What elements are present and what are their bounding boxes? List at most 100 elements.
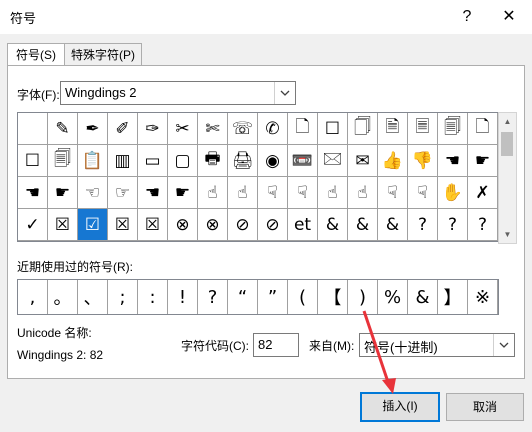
symbol-cell[interactable]: ☝ [198, 177, 228, 209]
symbol-cell[interactable]: ☝ [228, 177, 258, 209]
title-bar: 符号 ? ✕ [0, 0, 532, 34]
symbol-cell[interactable]: ✆ [258, 113, 288, 145]
tab-symbols[interactable]: 符号(S) [7, 43, 65, 67]
recent-symbol-cell[interactable]: 】 [438, 280, 468, 314]
symbol-cell[interactable]: 🗐 [48, 145, 78, 177]
symbol-cell[interactable]: ✎ [48, 113, 78, 145]
symbol-cell[interactable]: ☛ [468, 145, 498, 177]
symbol-cell[interactable]: ▢ [168, 145, 198, 177]
recent-symbol-cell[interactable]: ( [288, 280, 318, 314]
recent-symbol-cell[interactable]: ! [168, 280, 198, 314]
symbol-cell[interactable]: ? [438, 209, 468, 241]
symbol-cell[interactable]: 👎 [408, 145, 438, 177]
symbol-cell[interactable]: ☒ [48, 209, 78, 241]
symbol-cell[interactable]: 🖂 [318, 145, 348, 177]
symbol-cell[interactable]: ☝ [348, 177, 378, 209]
from-label: 来自(M): [309, 339, 355, 353]
symbol-cell[interactable]: ☚ [438, 145, 468, 177]
close-button[interactable]: ✕ [497, 5, 521, 29]
help-button[interactable]: ? [455, 5, 479, 29]
recent-symbol-cell[interactable]: 。 [48, 280, 78, 314]
insert-button[interactable]: 插入(I) [360, 392, 440, 422]
symbol-cell[interactable]: 🗋 [468, 113, 498, 145]
chevron-down-icon [274, 82, 295, 104]
symbol-cell[interactable]: 🗍 [348, 113, 378, 145]
symbol-cell[interactable]: ☑ [78, 209, 108, 241]
symbol-cell[interactable]: & [378, 209, 408, 241]
symbol-cell[interactable]: ☝ [318, 177, 348, 209]
symbol-cell[interactable]: 🖶 [198, 145, 228, 177]
recent-symbol-cell[interactable]: ) [348, 280, 378, 314]
recent-symbol-cell[interactable]: : [138, 280, 168, 314]
scroll-up-icon[interactable]: ▲ [499, 113, 516, 130]
chevron-down-icon [493, 334, 514, 356]
unicode-name-value: Wingdings 2: 82 [17, 348, 104, 362]
recent-symbol-cell[interactable]: , [18, 280, 48, 314]
symbol-cell[interactable]: ? [408, 209, 438, 241]
symbol-cell[interactable] [18, 113, 48, 145]
symbol-cell[interactable]: 📋 [78, 145, 108, 177]
symbol-cell[interactable]: ✋ [438, 177, 468, 209]
symbol-cell[interactable]: ☒ [108, 209, 138, 241]
symbol-cell[interactable]: ▥ [108, 145, 138, 177]
symbol-cell[interactable]: ☛ [48, 177, 78, 209]
recent-symbol-cell[interactable]: & [408, 280, 438, 314]
symbol-cell[interactable]: ▭ [138, 145, 168, 177]
symbol-cell[interactable]: 🗋 [288, 113, 318, 145]
symbol-cell[interactable]: ? [468, 209, 498, 241]
symbol-cell[interactable]: ☐ [18, 145, 48, 177]
symbol-cell[interactable]: ✑ [138, 113, 168, 145]
recent-symbol-cell[interactable]: 【 [318, 280, 348, 314]
scroll-down-icon[interactable]: ▼ [499, 226, 516, 243]
symbol-cell[interactable]: ✂ [168, 113, 198, 145]
symbol-cell[interactable]: et [288, 209, 318, 241]
symbol-cell[interactable]: & [348, 209, 378, 241]
symbol-cell[interactable]: ☏ [228, 113, 258, 145]
recent-symbol-cell[interactable]: 、 [78, 280, 108, 314]
recent-symbol-cell[interactable]: ? [198, 280, 228, 314]
symbol-cell[interactable]: ☐ [318, 113, 348, 145]
symbol-cell[interactable]: ⊘ [258, 209, 288, 241]
symbol-cell[interactable]: ☟ [408, 177, 438, 209]
symbol-cell[interactable]: 🖨 [228, 145, 258, 177]
symbol-cell[interactable]: ✒ [78, 113, 108, 145]
symbol-cell[interactable]: 🗏 [408, 113, 438, 145]
symbol-cell[interactable]: ⊗ [198, 209, 228, 241]
recent-symbol-cell[interactable]: ; [108, 280, 138, 314]
char-code-input[interactable]: 82 [253, 333, 299, 357]
symbol-cell[interactable]: ☚ [138, 177, 168, 209]
symbol-cell[interactable]: ✐ [108, 113, 138, 145]
symbol-cell[interactable]: ✓ [18, 209, 48, 241]
recent-symbol-cell[interactable]: ※ [468, 280, 498, 314]
symbol-cell[interactable]: ☟ [288, 177, 318, 209]
symbol-cell[interactable]: ☒ [138, 209, 168, 241]
symbol-cell[interactable]: ◉ [258, 145, 288, 177]
recent-symbol-cell[interactable]: “ [228, 280, 258, 314]
symbol-grid-scrollbar[interactable]: ▲ ▼ [498, 112, 517, 244]
symbol-cell[interactable]: ⊗ [168, 209, 198, 241]
tab-special-characters[interactable]: 特殊字符(P) [64, 43, 142, 67]
symbol-cell[interactable]: ☞ [108, 177, 138, 209]
dialog-title: 符号 [10, 11, 37, 26]
scroll-thumb[interactable] [501, 132, 513, 156]
from-select[interactable]: 符号(十进制) [359, 333, 515, 357]
symbol-cell[interactable]: ⊘ [228, 209, 258, 241]
recent-symbols-label: 近期使用过的符号(R): [17, 260, 133, 274]
symbol-cell[interactable]: 👍 [378, 145, 408, 177]
symbol-cell[interactable]: ☜ [78, 177, 108, 209]
symbol-cell[interactable]: & [318, 209, 348, 241]
font-select[interactable]: Wingdings 2 [60, 81, 296, 105]
cancel-button[interactable]: 取消 [446, 393, 524, 421]
symbol-cell[interactable]: 📼 [288, 145, 318, 177]
symbol-cell[interactable]: ☟ [258, 177, 288, 209]
recent-symbol-cell[interactable]: % [378, 280, 408, 314]
symbol-cell[interactable]: ☚ [18, 177, 48, 209]
symbol-cell[interactable]: 🗎 [378, 113, 408, 145]
recent-symbol-cell[interactable]: ” [258, 280, 288, 314]
symbol-cell[interactable]: ☟ [378, 177, 408, 209]
symbol-cell[interactable]: ✉ [348, 145, 378, 177]
symbol-cell[interactable]: ☛ [168, 177, 198, 209]
symbol-cell[interactable]: 🗐 [438, 113, 468, 145]
symbol-cell[interactable]: ✗ [468, 177, 498, 209]
symbol-cell[interactable]: ✄ [198, 113, 228, 145]
